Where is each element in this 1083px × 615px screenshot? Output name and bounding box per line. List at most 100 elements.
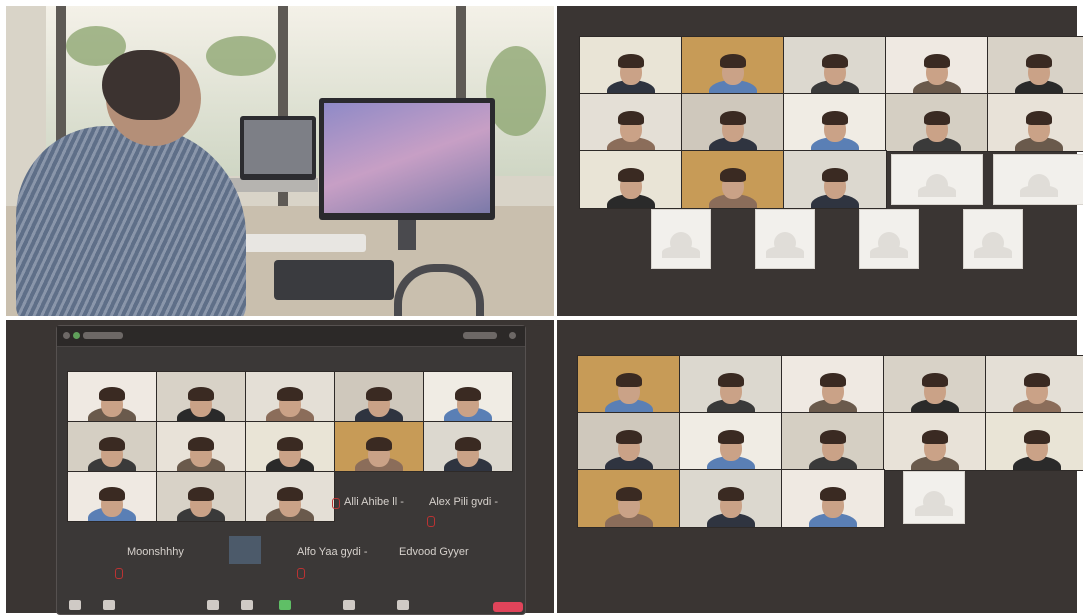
person-silhouette-icon	[915, 503, 953, 516]
participant-video-tile[interactable]	[579, 36, 683, 95]
participant-video-tile[interactable]	[334, 421, 424, 472]
participant-hair	[99, 386, 125, 401]
participant-video-tile[interactable]	[985, 412, 1083, 471]
participant-video-tile[interactable]	[679, 355, 783, 414]
participant-video-tile[interactable]	[67, 421, 157, 472]
participant-hair	[820, 430, 846, 445]
participant-hair	[99, 486, 125, 501]
fullscreen-icon[interactable]	[509, 332, 516, 339]
participant-video-tile[interactable]	[577, 412, 681, 471]
participant-video-tile[interactable]	[577, 355, 681, 414]
participant-hair	[188, 386, 214, 401]
participant-hair	[618, 111, 644, 126]
monitor-stand	[398, 220, 416, 250]
participant-video-tile[interactable]	[245, 471, 335, 522]
participant-no-video-tile[interactable]	[859, 209, 919, 269]
participant-video-tile[interactable]	[681, 36, 785, 95]
participant-label: Alli Ahibe ll -	[344, 496, 404, 508]
chat-button[interactable]	[241, 600, 253, 610]
participant-video-tile[interactable]	[156, 421, 246, 472]
monitor-screen	[324, 103, 490, 213]
participant-hair	[820, 373, 846, 388]
participant-video-tile[interactable]	[579, 150, 683, 209]
record-button[interactable]	[343, 600, 355, 610]
participant-hair	[277, 436, 303, 451]
participant-video-tile[interactable]	[579, 93, 683, 152]
participant-video-tile[interactable]	[577, 469, 681, 528]
participant-video-tile[interactable]	[885, 36, 989, 95]
participant-video-tile[interactable]	[783, 36, 887, 95]
participant-hair	[618, 54, 644, 69]
participant-hair	[188, 486, 214, 501]
mute-button[interactable]	[69, 600, 81, 610]
self-label: Moonshhhy	[127, 546, 184, 558]
participant-no-video-tile[interactable]	[903, 471, 965, 524]
participant-video-tile[interactable]	[681, 93, 785, 152]
participant-hair	[99, 436, 125, 451]
participant-hair	[616, 487, 642, 502]
monitor	[319, 98, 495, 220]
participant-no-video-tile[interactable]	[651, 209, 711, 269]
participant-hair	[718, 487, 744, 502]
participant-hair	[618, 168, 644, 183]
mic-off-icon	[297, 568, 305, 579]
participant-video-tile[interactable]	[679, 469, 783, 528]
participant-video-tile[interactable]	[245, 371, 335, 422]
meeting-info[interactable]	[83, 332, 123, 339]
gallery-view-bottom	[557, 320, 1083, 613]
participant-hair	[455, 386, 481, 401]
window-dot[interactable]	[63, 332, 70, 339]
participant-video-off	[229, 536, 261, 564]
view-toggle[interactable]	[463, 332, 497, 339]
person-silhouette-icon	[662, 245, 700, 258]
participant-video-tile[interactable]	[681, 150, 785, 209]
participant-hair	[188, 436, 214, 451]
participant-hair	[720, 111, 746, 126]
participant-video-tile[interactable]	[885, 93, 989, 152]
participant-hair	[455, 436, 481, 451]
participant-video-tile[interactable]	[679, 412, 783, 471]
office-photo	[6, 6, 554, 316]
participant-video-tile[interactable]	[423, 421, 513, 472]
participant-video-tile[interactable]	[783, 150, 887, 209]
participant-video-tile[interactable]	[781, 469, 885, 528]
window-titlebar	[57, 326, 525, 347]
laptop-screen	[244, 120, 312, 174]
participant-hair	[366, 436, 392, 451]
person-hair	[102, 50, 180, 120]
share-screen-button[interactable]	[279, 600, 291, 610]
participant-video-tile[interactable]	[67, 471, 157, 522]
participant-no-video-tile[interactable]	[993, 154, 1083, 205]
participant-hair	[822, 168, 848, 183]
reactions-button[interactable]	[397, 600, 409, 610]
participant-video-tile[interactable]	[883, 355, 987, 414]
participant-video-tile[interactable]	[883, 412, 987, 471]
participant-no-video-tile[interactable]	[963, 209, 1023, 269]
video-button[interactable]	[103, 600, 115, 610]
participant-video-tile[interactable]	[783, 93, 887, 152]
meeting-window: Alli Ahibe ll - Alex Pili gvdi - Moonshh…	[56, 325, 526, 615]
participant-label: Alex Pili gvdi -	[429, 496, 499, 508]
person-silhouette-icon	[974, 245, 1012, 258]
participant-video-tile[interactable]	[987, 36, 1083, 95]
participant-hair	[1024, 373, 1050, 388]
participant-video-tile[interactable]	[245, 421, 335, 472]
laptop	[240, 116, 316, 180]
participant-video-tile[interactable]	[987, 93, 1083, 152]
participant-video-tile[interactable]	[423, 371, 513, 422]
participant-video-tile[interactable]	[781, 355, 885, 414]
participant-hair	[718, 430, 744, 445]
participants-button[interactable]	[207, 600, 219, 610]
participant-video-tile[interactable]	[781, 412, 885, 471]
participant-video-tile[interactable]	[985, 355, 1083, 414]
person-silhouette-icon	[766, 245, 804, 258]
participant-video-tile[interactable]	[156, 471, 246, 522]
participant-hair	[1024, 430, 1050, 445]
participant-no-video-tile[interactable]	[755, 209, 815, 269]
participant-video-tile[interactable]	[334, 371, 424, 422]
participant-video-tile[interactable]	[67, 371, 157, 422]
participant-hair	[277, 386, 303, 401]
participant-no-video-tile[interactable]	[891, 154, 983, 205]
leave-button[interactable]	[493, 602, 523, 612]
participant-video-tile[interactable]	[156, 371, 246, 422]
